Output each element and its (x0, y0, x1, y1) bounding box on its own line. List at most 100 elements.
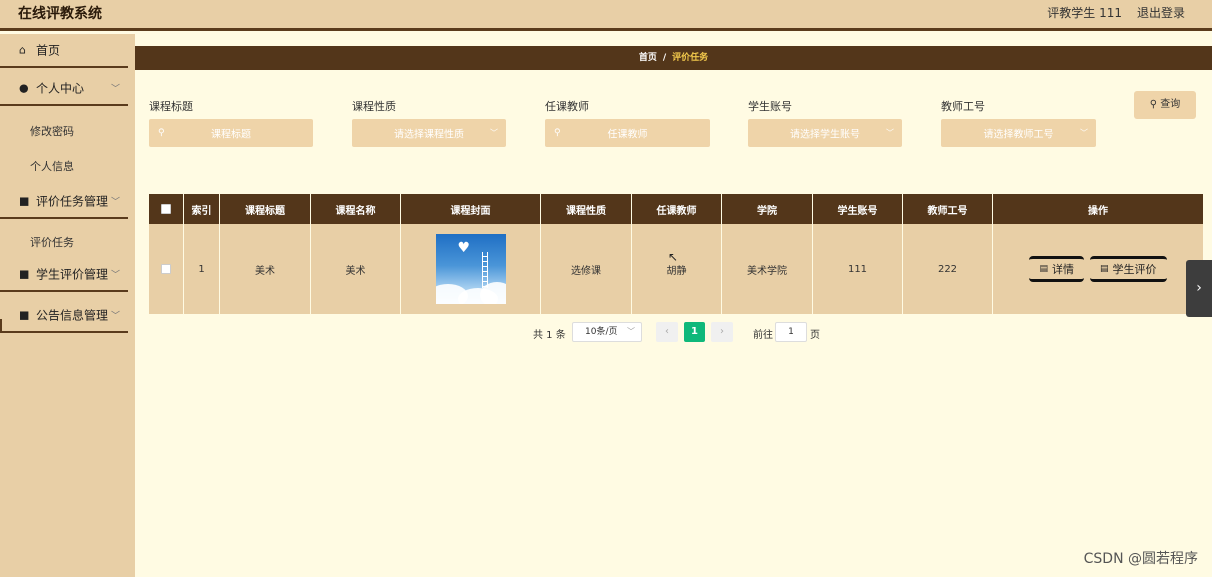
page-size-value: 10条/页 (585, 327, 618, 337)
breadcrumb: 首页 / 评价任务 (135, 46, 1212, 70)
row-select-cell (149, 224, 184, 314)
top-header: 在线评教系统 评教学生 111 退出登录 (0, 0, 1212, 31)
sidebar-item-label: 首页 (36, 43, 61, 58)
col-header-college: 学院 (722, 194, 813, 224)
grid-icon: ■ (19, 267, 30, 281)
grid-icon: ■ (19, 194, 30, 208)
chevron-left-icon: ‹ (665, 326, 669, 337)
search-icon: ⚲ (1149, 99, 1158, 110)
student-eval-button[interactable]: ▤ 学生评价 (1090, 256, 1167, 282)
course-title-input[interactable]: ⚲ 课程标题 (149, 119, 313, 147)
teacher-id-label: 教师工号 (941, 100, 985, 113)
document-icon: ▤ (1100, 264, 1109, 274)
detail-button[interactable]: ▤ 详情 (1029, 256, 1084, 282)
breadcrumb-home[interactable]: 首页 (639, 53, 657, 63)
detail-button-label: 详情 (1052, 263, 1074, 276)
breadcrumb-separator: / (662, 53, 667, 63)
app-title: 在线评教系统 (18, 6, 102, 22)
course-title-placeholder: 课程标题 (211, 129, 251, 141)
sidebar-subitem-change-password[interactable]: 修改密码 (30, 123, 74, 139)
table-row: 1 美术 美术 ♥ 选修课 胡静 美术学院 111 222 ▤ 详情 ▤ 学生评价 (149, 224, 1203, 314)
student-account-label: 学生账号 (748, 100, 792, 113)
grid-icon: ■ (19, 308, 30, 322)
col-header-cover: 课程封面 (401, 194, 541, 224)
select-all-checkbox[interactable] (161, 204, 171, 214)
sidebar-item-label: 学生评价管理 (36, 267, 109, 282)
chevron-right-icon: › (1196, 280, 1202, 296)
current-user: 评教学生 111 (1047, 6, 1122, 20)
current-page-button[interactable]: 1 (684, 322, 705, 342)
cell-title: 美术 (220, 224, 311, 314)
chevron-down-icon: ﹀ (627, 327, 635, 336)
mouse-cursor-icon: ↖ (668, 250, 679, 264)
course-cover-image[interactable]: ♥ (435, 234, 506, 304)
user-icon: ● (19, 81, 29, 95)
table-header: 索引 课程标题 课程名称 课程封面 课程性质 任课教师 学院 学生账号 教师工号… (149, 194, 1203, 224)
cell-name: 美术 (311, 224, 401, 314)
col-header-index: 索引 (184, 194, 220, 224)
row-checkbox[interactable] (161, 264, 171, 274)
side-panel-toggle[interactable]: › (1186, 260, 1212, 317)
cell-student: 111 (813, 224, 903, 314)
goto-label: 前往 (753, 330, 773, 341)
chevron-down-icon: ﹀ (110, 197, 120, 208)
chevron-down-icon: ﹀ (110, 311, 120, 322)
next-page-button[interactable]: › (711, 322, 733, 342)
course-nature-label: 课程性质 (352, 100, 396, 113)
col-header-student: 学生账号 (813, 194, 903, 224)
teacher-placeholder: 任课教师 (607, 129, 648, 141)
document-icon: ▤ (1039, 264, 1048, 274)
prev-page-button[interactable]: ‹ (656, 322, 678, 342)
sidebar-item-label: 公告信息管理 (36, 308, 109, 323)
chevron-down-icon: ﹀ (110, 270, 120, 281)
teacher-id-placeholder: 请选择教师工号 (983, 129, 1054, 141)
student-eval-button-label: 学生评价 (1112, 263, 1157, 276)
sidebar-item-label: 评价任务管理 (36, 194, 109, 209)
cell-teacher-id: 222 (903, 224, 993, 314)
student-account-placeholder: 请选择学生账号 (790, 129, 860, 141)
ladder-graphic (481, 252, 488, 288)
cell-college: 美术学院 (722, 224, 813, 314)
pagination-total: 共 1 条 (533, 330, 566, 341)
sidebar: ⌂ 首页 ● 个人中心 ﹀ 修改密码 个人信息 ■ 评价任务管理 ﹀ 评价任务 … (0, 34, 135, 577)
page-size-select[interactable]: 10条/页 ﹀ (572, 322, 642, 342)
query-button-label: 查询 (1160, 99, 1181, 110)
heart-icon: ♥ (457, 240, 471, 256)
course-nature-select[interactable]: 请选择课程性质 ﹀ (352, 119, 506, 147)
sidebar-subitem-eval-task[interactable]: 评价任务 (30, 234, 74, 250)
cell-cover: ♥ (401, 224, 541, 314)
sidebar-item-student-eval-mgmt[interactable]: ■ 学生评价管理 ﹀ (0, 258, 128, 292)
teacher-id-select[interactable]: 请选择教师工号 ﹀ (941, 119, 1096, 147)
sidebar-item-label: 个人中心 (36, 81, 85, 96)
sidebar-item-eval-task-mgmt[interactable]: ■ 评价任务管理 ﹀ (0, 185, 128, 219)
chevron-right-icon: › (720, 326, 724, 337)
col-header-nature: 课程性质 (541, 194, 632, 224)
page-suffix-label: 页 (810, 330, 820, 341)
col-header-actions: 操作 (1088, 205, 1108, 217)
select-all-cell (149, 194, 184, 224)
sidebar-item-notice-mgmt[interactable]: ■ 公告信息管理 ﹀ (0, 299, 128, 333)
teacher-input[interactable]: ⚲ 任课教师 (545, 119, 710, 147)
sidebar-subitem-personal-info[interactable]: 个人信息 (30, 158, 74, 174)
sidebar-item-personal-center[interactable]: ● 个人中心 ﹀ (0, 72, 128, 106)
cell-nature: 选修课 (541, 224, 632, 314)
watermark: CSDN @圆若程序 (1083, 551, 1198, 567)
cell-actions: ▤ 详情 ▤ 学生评价 (993, 224, 1203, 314)
student-account-select[interactable]: 请选择学生账号 ﹀ (748, 119, 902, 147)
cloud-graphic (479, 282, 506, 304)
goto-page-input[interactable]: 1 (775, 322, 807, 342)
home-icon: ⌂ (19, 43, 26, 57)
sidebar-item-home[interactable]: ⌂ 首页 (0, 34, 128, 68)
col-header-teacher: 任课教师 (632, 194, 722, 224)
course-nature-placeholder: 请选择课程性质 (394, 129, 464, 141)
chevron-down-icon: ﹀ (110, 84, 120, 95)
course-title-label: 课程标题 (149, 100, 193, 113)
col-header-title: 课程标题 (220, 194, 311, 224)
col-header-name: 课程名称 (311, 194, 401, 224)
teacher-label: 任课教师 (545, 100, 589, 113)
query-button[interactable]: ⚲ 查询 (1134, 91, 1196, 119)
col-header-teacher-id: 教师工号 (903, 194, 993, 224)
breadcrumb-current: 评价任务 (672, 53, 709, 63)
cell-index: 1 (184, 224, 220, 314)
logout-link[interactable]: 退出登录 (1137, 4, 1185, 21)
